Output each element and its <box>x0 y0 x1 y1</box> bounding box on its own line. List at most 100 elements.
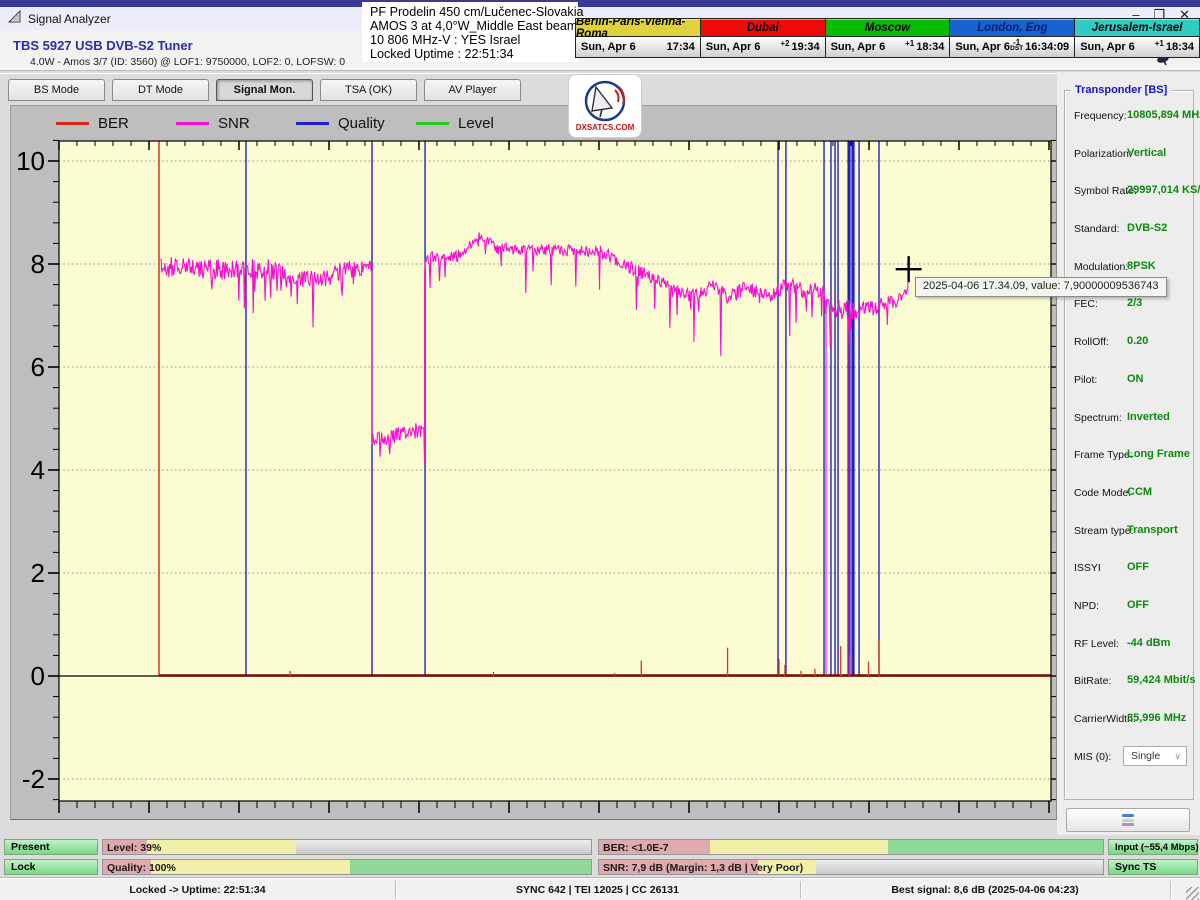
status-best-signal: Best signal: 8,6 dB (2025-04-06 04:23) <box>800 879 1170 900</box>
snr-meter: SNR: 7,9 dB (Margin: 1,3 dB | Very Poor) <box>598 859 1104 875</box>
tab-av-player[interactable]: AV Player <box>424 79 521 101</box>
service-list-button[interactable] <box>1066 808 1190 832</box>
svg-text:8: 8 <box>31 249 45 279</box>
info-line: Locked Uptime : 22:51:34 <box>370 47 570 61</box>
transponder-row-pilot: Pilot:ON <box>1065 371 1193 409</box>
info-line: 10 806 MHz-V : YES Israel <box>370 33 570 47</box>
transponder-value: DVB-S2 <box>1127 222 1167 234</box>
transponder-value: Transport <box>1127 524 1178 536</box>
svg-text:10: 10 <box>16 146 45 176</box>
mis-select[interactable]: Single∨ <box>1123 746 1187 766</box>
clock-city-label: Berlin-Paris-Vienna-Roma <box>576 19 700 37</box>
clock-city-label: Moscow <box>826 19 950 37</box>
svg-text:-2: -2 <box>22 764 45 794</box>
site-info-box: PF Prodelin 450 cm/Lučenec-SlovakiaAMOS … <box>362 2 578 62</box>
transponder-row-frequency: Frequency:10805,894 MHz <box>1065 107 1193 145</box>
transponder-value: Inverted <box>1127 411 1170 423</box>
transponder-value: 8PSK <box>1127 260 1156 272</box>
snr-meter-label: SNR: 7,9 dB (Margin: 1,3 dB | Very Poor) <box>603 862 803 874</box>
lock-indicator: Lock <box>4 859 98 875</box>
level-meter-label: Level: 39% <box>107 842 161 854</box>
transponder-sidebar: Transponder [BS] Frequency:10805,894 MHz… <box>1057 72 1200 835</box>
transponder-row-stream-type: Stream type:Transport <box>1065 522 1193 560</box>
clock-city-label: London, Eng <box>950 19 1074 37</box>
svg-text:2: 2 <box>31 558 45 588</box>
ber-meter: BER: <1.0E-7 <box>598 839 1104 855</box>
tab-dt-mode[interactable]: DT Mode <box>112 79 209 101</box>
clock-city-label: Dubai <box>701 19 825 37</box>
transponder-value: 2/3 <box>1127 297 1142 309</box>
tuner-title: TBS 5927 USB DVB-S2 Tuner <box>13 38 193 53</box>
transponder-value: -44 dBm <box>1127 637 1170 649</box>
transponder-row-bitrate: BitRate:59,424 Mbit/s <box>1065 672 1193 710</box>
transponder-row-code-mode: Code Mode:CCM <box>1065 484 1193 522</box>
transponder-row-standard: Standard:DVB-S2 <box>1065 220 1193 258</box>
transponder-value: 59,424 Mbit/s <box>1127 674 1195 686</box>
tab-signal-mon[interactable]: Signal Mon. <box>216 79 313 101</box>
status-bar: Locked -> Uptime: 22:51:34 SYNC 642 | TE… <box>0 878 1200 900</box>
window-title: Signal Analyzer <box>28 12 111 26</box>
chevron-down-icon: ∨ <box>1174 751 1181 762</box>
tuner-subtitle: 4.0W - Amos 3/7 (ID: 3560) @ LOF1: 97500… <box>30 56 345 68</box>
clock-time-row: Sun, Apr 6+219:34 <box>701 37 825 57</box>
transponder-row-frame-type: Frame Type:Long Frame <box>1065 446 1193 484</box>
transponder-value: Long Frame <box>1127 448 1190 460</box>
clock-berlin-paris-vienna-roma: Berlin-Paris-Vienna-RomaSun, Apr 617:34 <box>576 19 701 57</box>
window-top-edge <box>0 0 1200 7</box>
transponder-value: OFF <box>1127 561 1149 573</box>
resize-grip[interactable] <box>1186 887 1199 900</box>
chart-tooltip: 2025-04-06 17.34.09, value: 7,9000000953… <box>915 277 1167 297</box>
transponder-title: Transponder [BS] <box>1071 84 1171 96</box>
clock-time-row: Sun, Apr 617:34 <box>576 37 700 57</box>
transponder-value: 29997,014 KS/s <box>1127 184 1200 196</box>
list-icon <box>1122 814 1134 817</box>
transponder-value: OFF <box>1127 599 1149 611</box>
dxsatcs-logo: DXSATCS.COM <box>568 74 642 138</box>
clock-time-row: Sun, Apr 6-1DST16:34:09 <box>950 37 1074 57</box>
mode-tabs: BS Mode DT Mode Signal Mon. TSA (OK) AV Play… <box>8 79 521 102</box>
transponder-value: 35,996 MHz <box>1127 712 1186 724</box>
transponder-row-issyi: ISSYIOFF <box>1065 559 1193 597</box>
info-line: PF Prodelin 450 cm/Lučenec-Slovakia <box>370 5 570 19</box>
transponder-value: CCM <box>1127 486 1152 498</box>
quality-meter-label: Quality: 100% <box>107 862 176 874</box>
transponder-value: ON <box>1127 373 1144 385</box>
transponder-row-npd: NPD:OFF <box>1065 597 1193 635</box>
chart-plot[interactable]: 1086420-2 <box>11 106 1056 819</box>
logo-text: DXSATCS.COM <box>576 123 635 132</box>
transponder-row-symbol-rate: Symbol Rate:29997,014 KS/s <box>1065 182 1193 220</box>
status-uptime: Locked -> Uptime: 22:51:34 <box>0 879 395 900</box>
transponder-row-spectrum: Spectrum:Inverted <box>1065 409 1193 447</box>
clock-city-label: Jerusalem-Israel <box>1075 19 1199 37</box>
present-indicator: Present <box>4 839 98 855</box>
tab-tsa-ok[interactable]: TSA (OK) <box>320 79 417 101</box>
status-sync-counters: SYNC 642 | TEI 12025 | CC 26131 <box>395 879 800 900</box>
clock-dubai: DubaiSun, Apr 6+219:34 <box>701 19 826 57</box>
transponder-row-rf-level: RF Level:-44 dBm <box>1065 635 1193 673</box>
quality-meter: Quality: 100% <box>102 859 592 875</box>
world-clocks: Berlin-Paris-Vienna-RomaSun, Apr 617:34D… <box>575 18 1200 58</box>
ber-meter-label: BER: <1.0E-7 <box>603 842 669 854</box>
transponder-value: 0.20 <box>1127 335 1148 347</box>
transponder-row-rolloff: RollOff:0.20 <box>1065 333 1193 371</box>
svg-text:0: 0 <box>31 661 45 691</box>
transponder-value: 10805,894 MHz <box>1127 109 1200 121</box>
clock-london-eng: London, EngSun, Apr 6-1DST16:34:09 <box>950 19 1075 57</box>
transponder-value: Vertical <box>1127 147 1166 159</box>
signal-analyzer-window: Signal Analyzer – ❒ ✕ TBS 5927 USB DVB-S… <box>0 0 1200 900</box>
info-line: AMOS 3 at 4,0°W_Middle East beam <box>370 19 570 33</box>
input-indicator: Input (~55,4 Mbps) <box>1108 839 1198 855</box>
sync-indicator: Sync TS <box>1108 859 1198 875</box>
clock-time-row: Sun, Apr 6+118:34 <box>826 37 950 57</box>
signal-chart[interactable]: BERSNRQualityLevel 1086420-2 <box>10 105 1057 820</box>
app-icon <box>8 9 22 28</box>
clock-time-row: Sun, Apr 6+118:34 <box>1075 37 1199 57</box>
svg-text:4: 4 <box>31 455 45 485</box>
tab-bs-mode[interactable]: BS Mode <box>8 79 105 101</box>
transponder-row-fec: FEC:2/3 <box>1065 295 1193 333</box>
clock-moscow: MoscowSun, Apr 6+118:34 <box>826 19 951 57</box>
level-meter: Level: 39% <box>102 839 592 855</box>
transponder-groupbox: Transponder [BS] Frequency:10805,894 MHz… <box>1064 90 1194 800</box>
transponder-row-mis-0: MIS (0):Single∨ <box>1065 748 1193 786</box>
transponder-row-polarization: Polarization:Vertical <box>1065 145 1193 183</box>
